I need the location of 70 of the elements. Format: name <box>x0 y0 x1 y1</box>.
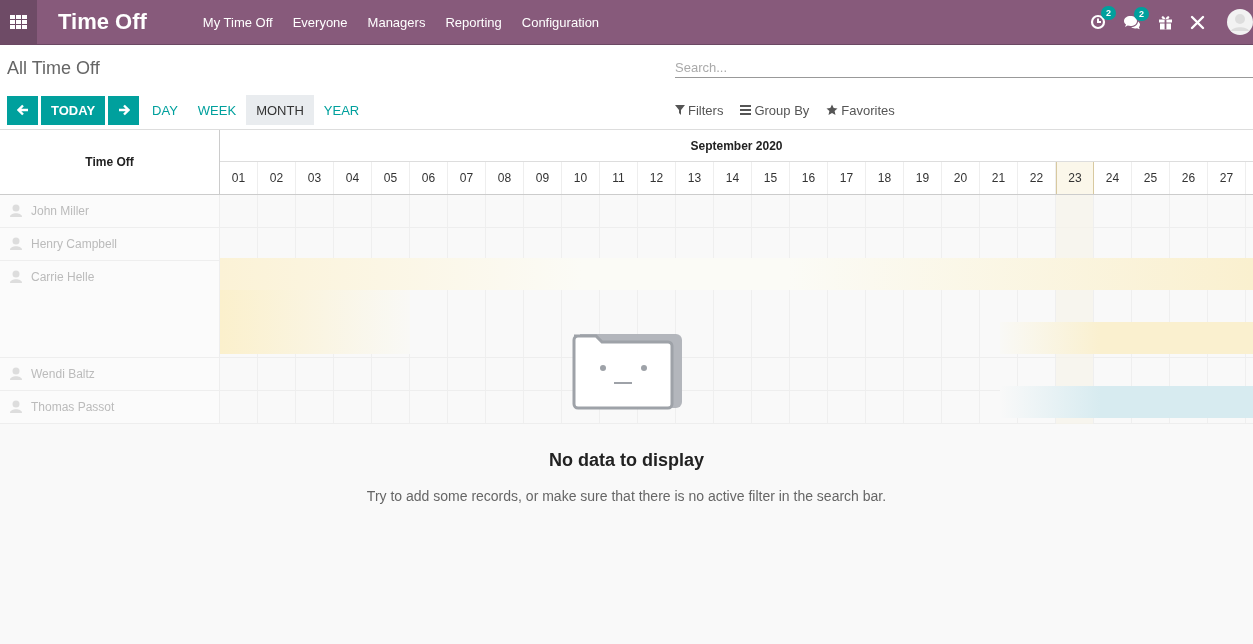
day-header: 12 <box>638 162 676 194</box>
person-icon <box>10 237 22 250</box>
month-header: September 2020 <box>220 130 1253 162</box>
day-header: 07 <box>448 162 486 194</box>
day-header: 02 <box>258 162 296 194</box>
star-icon <box>826 104 839 116</box>
app-title: Time Off <box>58 9 147 35</box>
column-header: Time Off <box>0 130 220 194</box>
group-by-button[interactable]: Group By <box>740 96 815 124</box>
filter-icon <box>675 105 685 115</box>
day-header: 24 <box>1094 162 1132 194</box>
menu-item[interactable]: Reporting <box>435 14 512 30</box>
filters-button[interactable]: Filters <box>675 96 729 124</box>
person-icon <box>10 204 22 217</box>
day-header: 26 <box>1170 162 1208 194</box>
menu-item[interactable]: My Time Off <box>192 14 283 30</box>
day-header: 10 <box>562 162 600 194</box>
employee-name: Wendi Baltz <box>31 367 95 381</box>
scale-tab[interactable]: DAY <box>142 95 188 125</box>
menu-item[interactable]: Configuration <box>511 14 610 30</box>
day-header: 06 <box>410 162 448 194</box>
day-header: 03 <box>296 162 334 194</box>
day-header: 08 <box>486 162 524 194</box>
day-header: 23 <box>1056 162 1094 194</box>
day-header: 04 <box>334 162 372 194</box>
employee-name: Henry Campbell <box>31 237 118 251</box>
employee-name: Carrie Helle <box>31 270 95 284</box>
arrow-right-icon <box>117 104 130 116</box>
empty-title: No data to display <box>549 450 704 471</box>
day-header: 21 <box>980 162 1018 194</box>
previous-button[interactable] <box>7 95 38 125</box>
list-icon <box>740 105 752 115</box>
chat-icon[interactable] <box>1123 14 1141 30</box>
arrow-left-icon <box>16 104 29 116</box>
empty-message: Try to add some records, or make sure that there is no active filter in the search bar. <box>366 488 887 504</box>
day-header: 13 <box>676 162 714 194</box>
day-header: 27 <box>1208 162 1246 194</box>
scale-tab[interactable]: WEEK <box>187 95 247 125</box>
day-header: 19 <box>904 162 942 194</box>
today-button[interactable]: TODAY <box>41 95 106 125</box>
day-header: 14 <box>714 162 752 194</box>
day-header: 15 <box>752 162 790 194</box>
next-button[interactable] <box>108 95 140 125</box>
menu-item[interactable]: Managers <box>357 14 436 30</box>
page-title: All Time Off <box>7 57 101 80</box>
day-header: 01 <box>220 162 258 194</box>
person-icon <box>10 367 22 380</box>
day-header: 20 <box>942 162 980 194</box>
employee-name: John Miller <box>31 204 90 218</box>
gift-icon[interactable] <box>1158 14 1173 30</box>
count-badge: 2 <box>1101 6 1116 20</box>
day-header: 09 <box>524 162 562 194</box>
day-header: 17 <box>828 162 866 194</box>
person-icon <box>10 270 22 283</box>
day-header: 16 <box>790 162 828 194</box>
person-icon <box>10 400 22 413</box>
grid-icon[interactable] <box>10 15 27 29</box>
scale-tab[interactable]: YEAR <box>313 95 370 125</box>
apps-menu-button[interactable] <box>0 0 37 44</box>
day-header: 11 <box>600 162 638 194</box>
scale-tab[interactable]: MONTH <box>246 95 314 125</box>
user-avatar-icon[interactable] <box>1227 9 1253 35</box>
day-header: 18 <box>866 162 904 194</box>
clock-icon[interactable] <box>1090 14 1106 30</box>
count-badge: 2 <box>1134 6 1149 21</box>
day-header: 05 <box>372 162 410 194</box>
favorites-button[interactable]: Favorites <box>826 96 900 124</box>
menu-item[interactable]: Everyone <box>282 14 358 30</box>
employee-name: Thomas Passot <box>31 400 115 414</box>
day-header: 25 <box>1132 162 1170 194</box>
